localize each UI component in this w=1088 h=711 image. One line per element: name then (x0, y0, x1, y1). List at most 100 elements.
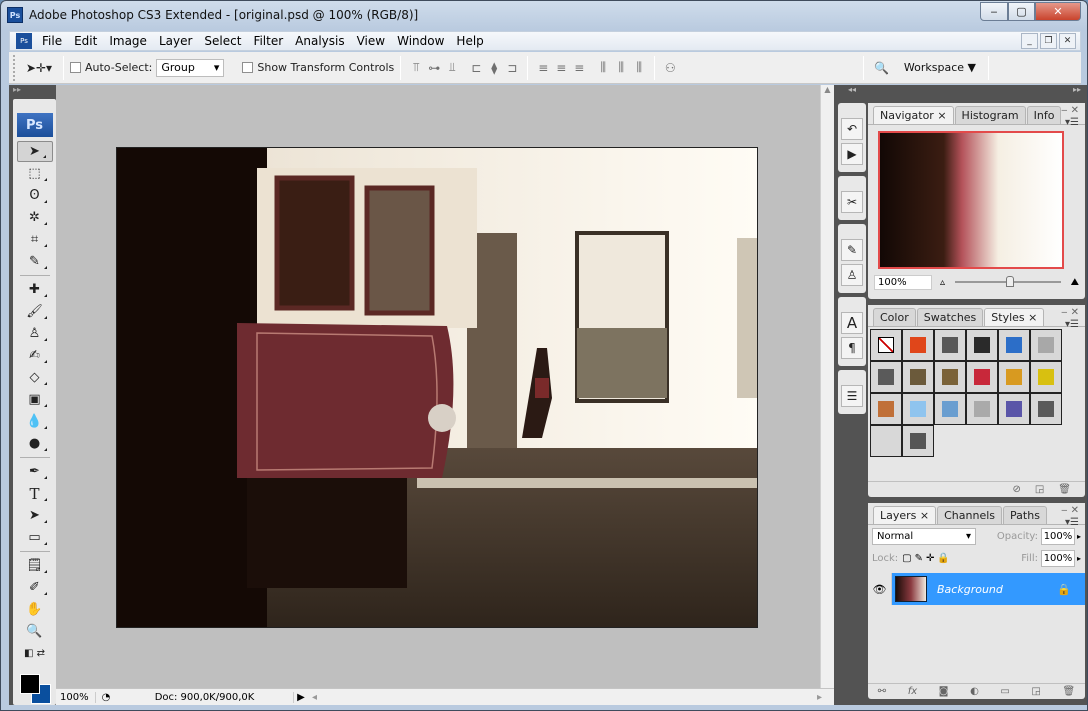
layer-comps-panel-icon[interactable]: ☰ (841, 385, 863, 407)
tab-paths[interactable]: Paths (1003, 506, 1047, 524)
style-swatch[interactable] (870, 329, 902, 361)
menu-image[interactable]: Image (103, 34, 153, 48)
layer-row[interactable]: 👁 Background 🔒 (868, 573, 1085, 605)
tab-layers[interactable]: Layers × (873, 506, 937, 524)
lock-position-icon[interactable]: ✛ (926, 553, 934, 564)
panel-minimize-close[interactable]: ‒ ✕ (1061, 307, 1079, 318)
align-right-icon[interactable]: ⊐ (503, 60, 521, 76)
foreground-color-swatch[interactable] (19, 674, 40, 694)
dock-collapse-icon[interactable]: ▸▸ (1073, 85, 1081, 99)
fill-slider-arrow-icon[interactable]: ▸ (1077, 554, 1081, 563)
magic-wand-tool-icon[interactable]: ✲ (17, 207, 53, 228)
lock-image-icon[interactable]: ✎ (915, 553, 923, 564)
doc-close-button[interactable]: ✕ (1059, 33, 1076, 49)
path-selection-tool-icon[interactable]: ➤ (17, 505, 53, 526)
paragraph-panel-icon[interactable]: ¶ (841, 337, 863, 359)
notes-tool-icon[interactable]: 🗒 (17, 555, 53, 576)
menu-edit[interactable]: Edit (68, 34, 103, 48)
menu-layer[interactable]: Layer (153, 34, 198, 48)
style-swatch[interactable] (1030, 329, 1062, 361)
actions-panel-icon[interactable]: ▶ (841, 143, 863, 165)
panel-minimize-close[interactable]: ‒ ✕ (1061, 505, 1079, 516)
crop-tool-icon[interactable]: ⌗ (17, 229, 53, 250)
distribute-vcenter-icon[interactable]: ≡ (552, 60, 570, 76)
navigator-preview[interactable] (878, 131, 1064, 269)
show-transform-checkbox[interactable] (242, 62, 254, 73)
marquee-tool-icon[interactable]: ⬚ (17, 163, 53, 184)
history-panel-icon[interactable]: ↶ (841, 118, 863, 140)
hand-tool-icon[interactable]: ✋ (17, 599, 53, 620)
scroll-up-icon[interactable]: ▲ (821, 85, 834, 94)
clone-stamp-tool-icon[interactable]: ♙ (17, 323, 53, 344)
zoom-out-icon[interactable]: ▵ (940, 277, 945, 288)
auto-align-layers-icon[interactable]: ⚇ (661, 60, 679, 76)
panel-menu-icon[interactable]: ▾☰ (1065, 517, 1079, 528)
slice-tool-icon[interactable]: ✎ (17, 251, 53, 272)
style-swatch[interactable] (1030, 393, 1062, 425)
scroll-right-icon[interactable]: ▸ (817, 692, 834, 703)
status-options-icon[interactable]: ◔ (96, 692, 116, 703)
lasso-tool-icon[interactable]: ʘ (17, 185, 53, 206)
type-tool-icon[interactable]: T (17, 483, 53, 504)
navigator-zoom-slider[interactable] (955, 276, 1061, 287)
style-swatch[interactable] (934, 393, 966, 425)
opacity-slider-arrow-icon[interactable]: ▸ (1077, 532, 1081, 541)
link-layers-icon[interactable]: ⚯ (878, 686, 886, 697)
style-swatch[interactable] (934, 329, 966, 361)
add-mask-icon[interactable]: ◙ (939, 686, 949, 697)
scroll-left-icon[interactable]: ◂ (308, 692, 317, 703)
align-bottom-icon[interactable]: ⫫ (443, 60, 461, 76)
style-swatch[interactable] (998, 329, 1030, 361)
toolbox-collapse-icon[interactable]: ▸▸ (9, 85, 56, 99)
close-button[interactable]: ✕ (1035, 2, 1081, 21)
distribute-top-icon[interactable]: ≡ (534, 60, 552, 76)
tool-presets-panel-icon[interactable]: ✂ (841, 191, 863, 213)
style-swatch[interactable] (902, 393, 934, 425)
tab-color[interactable]: Color (873, 308, 916, 326)
style-swatch[interactable] (902, 425, 934, 457)
tab-channels[interactable]: Channels (937, 506, 1003, 524)
blur-tool-icon[interactable]: 💧 (17, 411, 53, 432)
maximize-button[interactable]: ▢ (1008, 2, 1035, 21)
eyedropper-tool-icon[interactable]: ✐ (17, 577, 53, 598)
menu-analysis[interactable]: Analysis (289, 34, 350, 48)
panel-menu-icon[interactable]: ▾☰ (1065, 117, 1079, 128)
tab-swatches[interactable]: Swatches (916, 308, 984, 326)
style-swatch[interactable] (998, 393, 1030, 425)
menu-help[interactable]: Help (450, 34, 489, 48)
status-menu-arrow-icon[interactable]: ▶ (294, 692, 308, 703)
auto-select-checkbox[interactable] (70, 62, 81, 73)
document-icon[interactable]: Ps (16, 33, 32, 49)
eraser-tool-icon[interactable]: ◇ (17, 367, 53, 388)
status-zoom[interactable]: 100% (56, 691, 96, 703)
doc-minimize-button[interactable]: _ (1021, 33, 1038, 49)
clear-style-icon[interactable]: ⊘ (1012, 484, 1020, 495)
adjustment-layer-icon[interactable]: ◐ (970, 686, 979, 697)
brush-tool-icon[interactable]: 🖌 (17, 301, 53, 322)
navigator-zoom-field[interactable]: 100% (874, 274, 932, 290)
distribute-bottom-icon[interactable]: ≡ (570, 60, 588, 76)
minimize-button[interactable]: ‒ (980, 2, 1008, 21)
align-vcenter-icon[interactable]: ⊶ (425, 60, 443, 76)
distribute-right-icon[interactable]: ⫼ (630, 60, 648, 76)
lock-transparent-icon[interactable]: ▢ (902, 553, 911, 564)
move-tool-icon[interactable]: ➤ (16, 141, 53, 162)
menu-view[interactable]: View (351, 34, 391, 48)
style-swatch[interactable] (966, 329, 998, 361)
distribute-hcenter-icon[interactable]: ⫼ (612, 60, 630, 76)
image-canvas[interactable] (116, 147, 758, 628)
delete-layer-icon[interactable]: 🗑 (1062, 686, 1075, 697)
pen-tool-icon[interactable]: ✒ (17, 461, 53, 482)
bridge-icon[interactable]: 🔍 (870, 60, 894, 76)
tab-navigator[interactable]: Navigator × (873, 106, 954, 124)
opacity-field[interactable]: 100% (1040, 527, 1075, 545)
auto-select-dropdown[interactable]: Group ▾ (156, 58, 225, 77)
blend-mode-dropdown[interactable]: Normal ▾ (872, 527, 976, 545)
delete-style-icon[interactable]: 🗑 (1058, 484, 1071, 495)
healing-brush-tool-icon[interactable]: ✚ (17, 279, 53, 300)
style-swatch[interactable] (870, 361, 902, 393)
history-brush-tool-icon[interactable]: ✍ (17, 345, 53, 366)
default-colors-icon[interactable]: ◧ ⇄ (17, 643, 53, 664)
panel-minimize-close[interactable]: ‒ ✕ (1061, 105, 1079, 116)
brushes-panel-icon[interactable]: ✎ (841, 239, 863, 261)
